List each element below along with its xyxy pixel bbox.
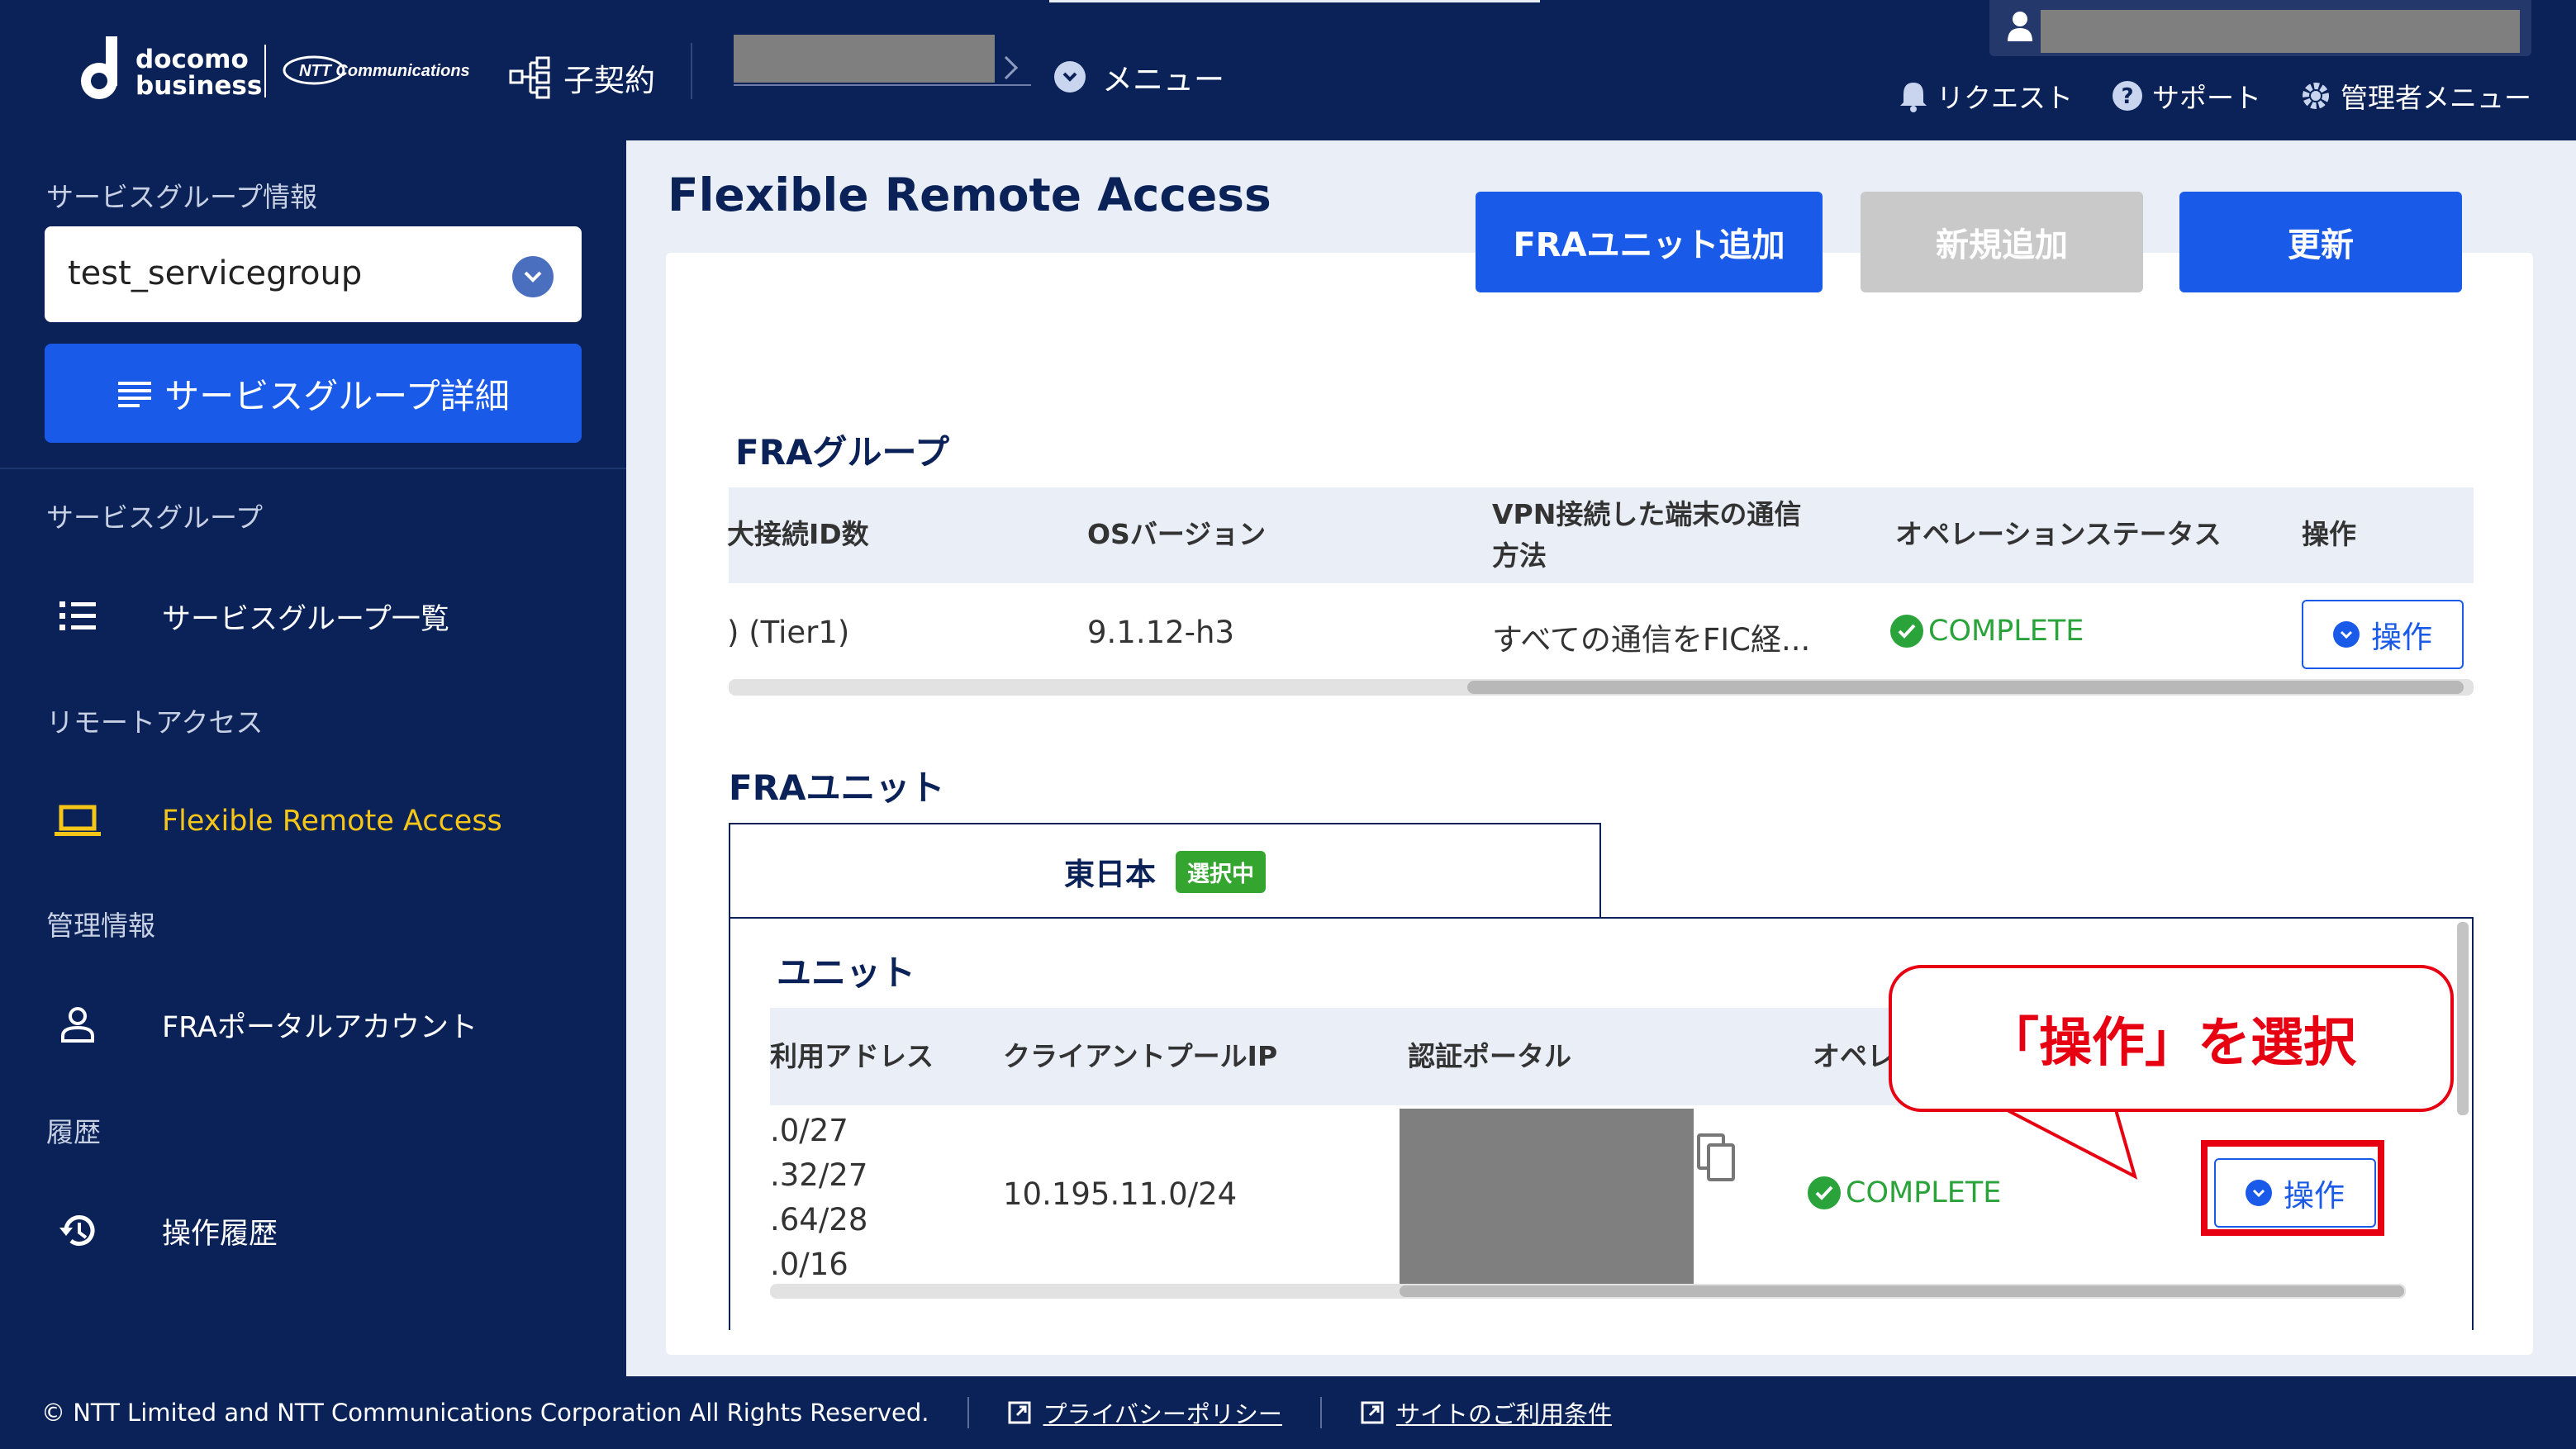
chevron-down-icon — [512, 256, 554, 297]
user-icon — [2008, 12, 2032, 41]
unit-status-badge: COMPLETE — [1808, 1176, 2001, 1209]
col-op-status: オペレーションステータス — [1895, 518, 2222, 550]
col-operation: 操作 — [2302, 518, 2356, 550]
docomo-logo-icon — [81, 36, 117, 99]
header-divider — [691, 43, 692, 99]
section-remote-access: リモートアクセス — [46, 706, 264, 739]
support-link[interactable]: ? サポート — [2111, 76, 2261, 116]
col-address: 利用アドレス — [770, 1040, 934, 1072]
unit-table-scroll-thumb[interactable] — [1400, 1285, 2404, 1297]
service-group-select[interactable]: test_servicegroup — [45, 226, 582, 322]
col-os-version: OSバージョン — [1087, 518, 1267, 550]
cell-addresses: .0/27 .32/27 .64/28 .0/16 — [770, 1113, 868, 1282]
footer: © NTT Limited and NTT Communications Cor… — [0, 1376, 2576, 1449]
sidebar-item-fra[interactable]: Flexible Remote Access — [53, 796, 502, 846]
redacted-user-name — [2041, 10, 2520, 53]
external-link-icon — [1361, 1401, 1384, 1424]
refresh-button[interactable]: 更新 — [2179, 192, 2462, 292]
user-account-box[interactable] — [1989, 0, 2531, 56]
hierarchy-icon — [509, 56, 550, 99]
section-history: 履歴 — [46, 1116, 101, 1148]
menu-label: メニュー — [1102, 62, 1224, 97]
footer-divider — [1319, 1397, 1322, 1428]
sidebar-item-sg-list[interactable]: サービスグループ一覧 — [53, 591, 449, 641]
fra-group-title: FRAグループ — [735, 432, 950, 473]
app-header: docomo business NTT Communications 子契約 メ… — [0, 0, 2576, 140]
footer-divider — [967, 1397, 969, 1428]
col-client-pool: クライアントプールIP — [1003, 1040, 1278, 1072]
add-fra-unit-button[interactable]: FRAユニット追加 — [1476, 192, 1823, 292]
callout-tail — [2000, 1105, 2138, 1180]
laptop-icon — [53, 796, 102, 846]
external-link-icon — [1008, 1401, 1031, 1424]
copyright-text: © NTT Limited and NTT Communications Cor… — [41, 1399, 929, 1427]
selected-badge: 選択中 — [1176, 850, 1266, 893]
cell-vpn-method: すべての通信をFIC経... — [1492, 622, 1811, 658]
subcontract-button[interactable]: 子契約 — [507, 55, 655, 101]
chevron-down-icon — [1054, 61, 1086, 93]
tab-east-japan[interactable]: 東日本 選択中 — [729, 823, 1601, 919]
add-new-button[interactable]: 新規追加 — [1861, 192, 2143, 292]
history-icon — [53, 1206, 102, 1256]
bell-icon — [1900, 83, 1927, 112]
service-group-detail-button[interactable]: サービスグループ詳細 — [45, 344, 582, 443]
sidebar-item-op-history[interactable]: 操作履歴 — [53, 1206, 278, 1256]
terms-link[interactable]: サイトのご利用条件 — [1360, 1395, 1612, 1430]
ntt-communications-logo: NTT Communications — [283, 55, 470, 85]
redacted-auth-portal — [1400, 1109, 1694, 1284]
top-tab-indicator — [1049, 0, 1540, 2]
svg-text:NTT Communications: NTT Communications — [299, 62, 470, 80]
group-table-scroll-thumb[interactable] — [1467, 681, 2464, 694]
cell-client-pool: 10.195.11.0/24 — [1003, 1176, 1238, 1212]
request-link[interactable]: リクエスト — [1899, 76, 2073, 116]
page-title: Flexible Remote Access — [668, 169, 1271, 221]
privacy-policy-link[interactable]: プライバシーポリシー — [1007, 1395, 1282, 1430]
copy-icon[interactable] — [1695, 1133, 1737, 1183]
menu-button[interactable]: メニュー — [1054, 55, 1224, 99]
subcontract-label: 子契約 — [563, 63, 655, 98]
sg-info-label: サービスグループ情報 — [46, 181, 318, 213]
col-vpn-method: VPN接続した端末の通信 — [1492, 498, 1802, 530]
instruction-callout: 「操作」を選択 — [1889, 965, 2454, 1112]
check-circle-icon — [1808, 1176, 1841, 1209]
section-service-group: サービスグループ — [46, 501, 264, 534]
svg-text:?: ? — [2121, 84, 2133, 109]
chevron-down-icon — [2333, 621, 2360, 648]
service-group-value: test_servicegroup — [68, 254, 363, 292]
section-management: 管理情報 — [46, 910, 155, 942]
group-operation-button[interactable]: 操作 — [2302, 600, 2464, 669]
cell-os-version: 9.1.12-h3 — [1087, 615, 1235, 650]
unit-panel-scrollbar[interactable] — [2457, 922, 2469, 1115]
docomo-business-logo: docomo business — [135, 45, 263, 101]
fra-unit-title: FRAユニット — [729, 767, 945, 808]
admin-menu-link[interactable]: 管理者メニュー — [2299, 76, 2531, 116]
col-op-status-partial: オペレ — [1813, 1040, 1894, 1072]
cell-conn-ids: ) (Tier1) — [727, 615, 850, 650]
col-auth-portal: 認証ポータル — [1408, 1040, 1571, 1072]
list-icon — [118, 382, 152, 407]
highlight-box — [2201, 1140, 2384, 1236]
redacted-contract-name[interactable] — [734, 35, 995, 83]
help-icon: ? — [2113, 81, 2142, 111]
person-icon — [53, 1000, 102, 1049]
check-circle-icon — [1890, 615, 1923, 648]
col-conn-ids: 大接続ID数 — [727, 518, 869, 550]
sidebar-divider — [0, 468, 626, 469]
bullet-list-icon — [53, 591, 102, 641]
col-vpn-method-line2: 方法 — [1492, 539, 1547, 572]
header-links: リクエスト ? サポート 管理者メニュー — [1899, 76, 2531, 116]
unit-subtitle: ユニット — [777, 953, 916, 993]
sidebar — [0, 140, 626, 1376]
sidebar-item-fra-portal[interactable]: FRAポータルアカウント — [53, 1000, 478, 1049]
group-status-badge: COMPLETE — [1890, 615, 2084, 648]
gear-icon — [2303, 83, 2329, 109]
logo-divider — [264, 45, 266, 97]
